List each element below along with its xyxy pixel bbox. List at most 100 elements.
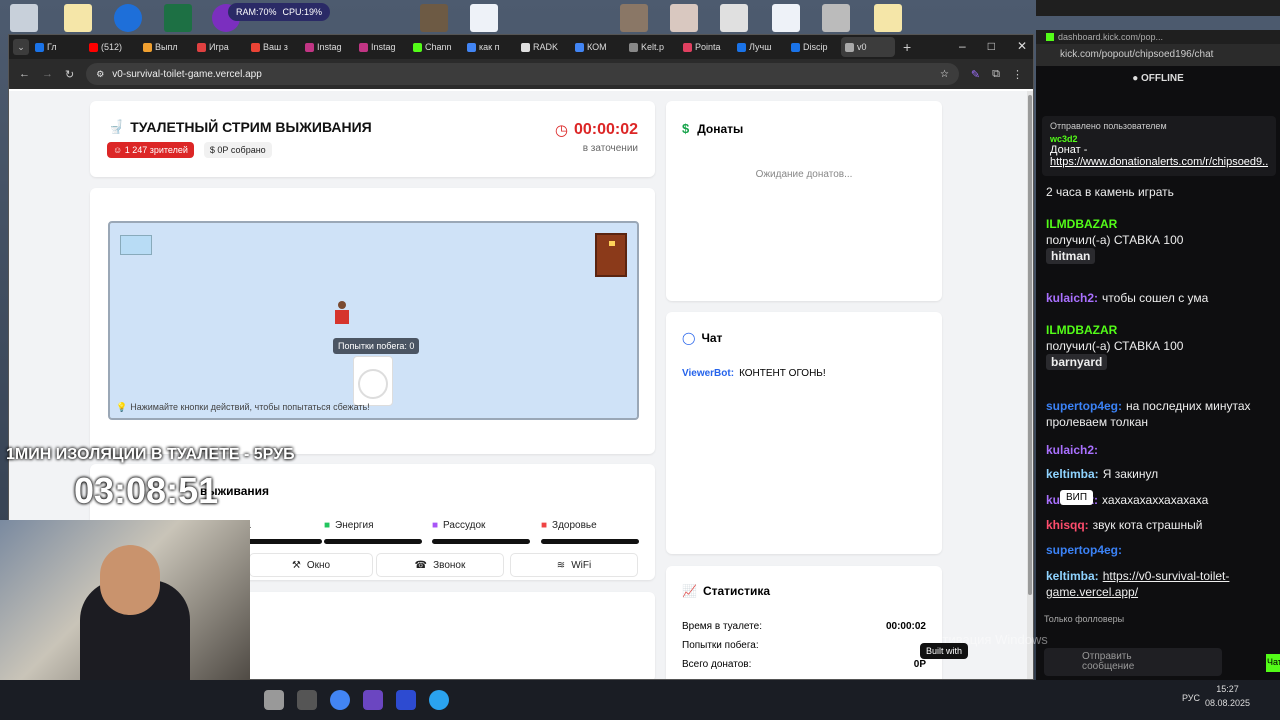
tab-label: Выпл [155,42,178,52]
kick-chat-message: ILMDBAZAR получил(-а) СТАВКА 100 barnyard [1046,322,1276,370]
chat-message: ViewerBot: КОНТЕНТ ОГОНЬ! [682,368,826,379]
clock[interactable]: 15:27 08.08.2025 [1205,684,1250,708]
browser-tab[interactable]: RADK [517,37,569,57]
timer-caption: в заточении [582,143,638,154]
game-room: Попытки побега: 0 💡 Нажимайте кнопки дей… [108,221,639,420]
kick-chat-user[interactable]: ILMDBAZAR [1046,217,1117,231]
extensions-puzzle-icon[interactable]: ⧉ [992,68,1000,81]
window-sprite[interactable] [120,235,152,255]
kick-chat-message: supertop4eg: [1046,542,1276,558]
address-bar: ← → ↻ ⚙ v0-survival-toilet-game.vercel.a… [9,59,1033,89]
stat-label-row: ■ Рассудок [432,520,530,531]
document-icon[interactable] [772,4,800,32]
built-with-badge[interactable]: Built with [920,643,969,659]
reload-icon[interactable]: ↻ [65,68,74,81]
action-button-звонок[interactable]: ☎ Звонок [376,553,504,577]
document-icon[interactable] [720,4,748,32]
browser-tab[interactable]: КОМ [571,37,623,57]
tab-label: Chann [425,42,452,52]
hammer-icon: ⚒ [291,559,301,571]
action-label: Окно [306,559,331,571]
menu-dots-icon[interactable]: ⋮ [1012,68,1023,81]
app-icon[interactable] [297,690,317,710]
url-field[interactable]: ⚙ v0-survival-toilet-game.vercel.app ☆ [86,63,959,85]
door-sprite[interactable] [595,233,627,277]
hint-row: 💡 Нажимайте кнопки действий, чтобы попыт… [116,402,370,413]
followers-only: Только фолловеры [1044,614,1125,624]
extension-icon[interactable]: ✎ [971,68,980,81]
browser-tab[interactable]: Chann [409,37,461,57]
lightbulb-icon: 💡 [116,402,128,412]
close-icon[interactable]: ✕ [1017,39,1027,53]
kick-tab-label: dashboard.kick.com/pop... [1058,32,1164,42]
browser-tab[interactable]: Гл [31,37,83,57]
stat-row-value: 0Р [913,659,926,670]
tab-search-button[interactable]: ⌄ [13,39,29,55]
chart-app-icon[interactable] [396,690,416,710]
kick-chat-user[interactable]: keltimba: [1046,467,1099,481]
site-info-icon[interactable]: ⚙ [96,69,104,80]
stat-label-row: ■ Энергия [324,520,422,531]
tab-label: v0 [857,42,867,52]
file-icon[interactable] [420,4,448,32]
stat-bar [541,539,639,544]
browser-tab[interactable]: как п [463,37,515,57]
telegram-icon[interactable] [429,690,449,710]
kick-chat-text: Я закинул [1102,467,1159,481]
chat-input[interactable]: Отправить сообщение [1044,648,1222,676]
kick-chat-user[interactable]: kulaich2: [1046,443,1098,457]
action-label: Звонок [433,559,466,571]
browser-tab[interactable]: Kelt.p [625,37,677,57]
minimize-icon[interactable]: – [959,39,966,53]
kick-chat-user[interactable]: supertop4eg: [1046,543,1122,557]
kick-chat-user[interactable]: kulaich2: [1046,291,1098,305]
tab-label: как п [479,42,500,52]
pinned-message: Отправлено пользователем wc3d2 Донат - h… [1042,116,1276,176]
bookmark-star-icon[interactable]: ☆ [940,69,949,80]
kick-chat-user[interactable]: keltimba: [1046,569,1099,583]
stream-status: ● OFFLINE [1132,73,1184,84]
kick-chat-user[interactable]: supertop4eg: [1046,399,1122,413]
forward-icon[interactable]: → [42,68,53,80]
maximize-icon[interactable]: □ [988,39,995,53]
folder-icon[interactable] [874,4,902,32]
chrome-icon[interactable] [330,690,350,710]
browser-tab[interactable]: Ваш з [247,37,299,57]
new-tab-button[interactable]: + [903,39,911,55]
language-indicator[interactable]: РУС [1182,693,1200,703]
document-icon[interactable] [470,4,498,32]
browser-tab[interactable]: Игра [193,37,245,57]
app-c-icon[interactable] [114,4,142,32]
browser-tab[interactable]: Лучш [733,37,785,57]
document-icon[interactable] [822,4,850,32]
action-button-окно[interactable]: ⚒ Окно [249,553,373,577]
pinned-link[interactable]: https://www.donationalerts.com/r/chipsoe… [1050,156,1268,168]
excel-icon[interactable] [164,4,192,32]
kick-chat-user[interactable]: ILMDBAZAR [1046,323,1117,337]
browser-tab[interactable]: Instag [301,37,353,57]
action-button-wifi[interactable]: ≋ WiFi [510,553,638,577]
system-monitor: RAM:70% CPU:19% [228,3,331,21]
browser-tab[interactable]: (512) [85,37,137,57]
send-chat-button[interactable]: Чат [1266,654,1280,672]
back-icon[interactable]: ← [19,68,30,80]
page-scrollbar[interactable] [1027,91,1033,679]
browser-tab[interactable]: Выпл [139,37,191,57]
browser-tab[interactable]: Discip [787,37,839,57]
tab-favicon-icon [629,42,638,52]
browser-tab[interactable]: v0 [841,37,895,57]
kick-chat-user[interactable]: khisqq: [1046,518,1089,532]
chat-bubble-icon: ◯ [682,331,696,345]
app-icon[interactable] [264,690,284,710]
app-icon[interactable] [363,690,383,710]
kick-chat-text: звук кота страшный [1092,518,1203,532]
recycle-bin-icon[interactable] [10,4,38,32]
browser-tab[interactable]: Instag [355,37,407,57]
url-text: v0-survival-toilet-game.vercel.app [112,68,262,80]
tab-label: (512) [101,42,123,52]
kick-tab[interactable]: dashboard.kick.com/pop... [1036,30,1280,44]
browser-tab[interactable]: Pointa [679,37,731,57]
photo-icon[interactable] [620,4,648,32]
photo-icon[interactable] [670,4,698,32]
folder-icon[interactable] [64,4,92,32]
